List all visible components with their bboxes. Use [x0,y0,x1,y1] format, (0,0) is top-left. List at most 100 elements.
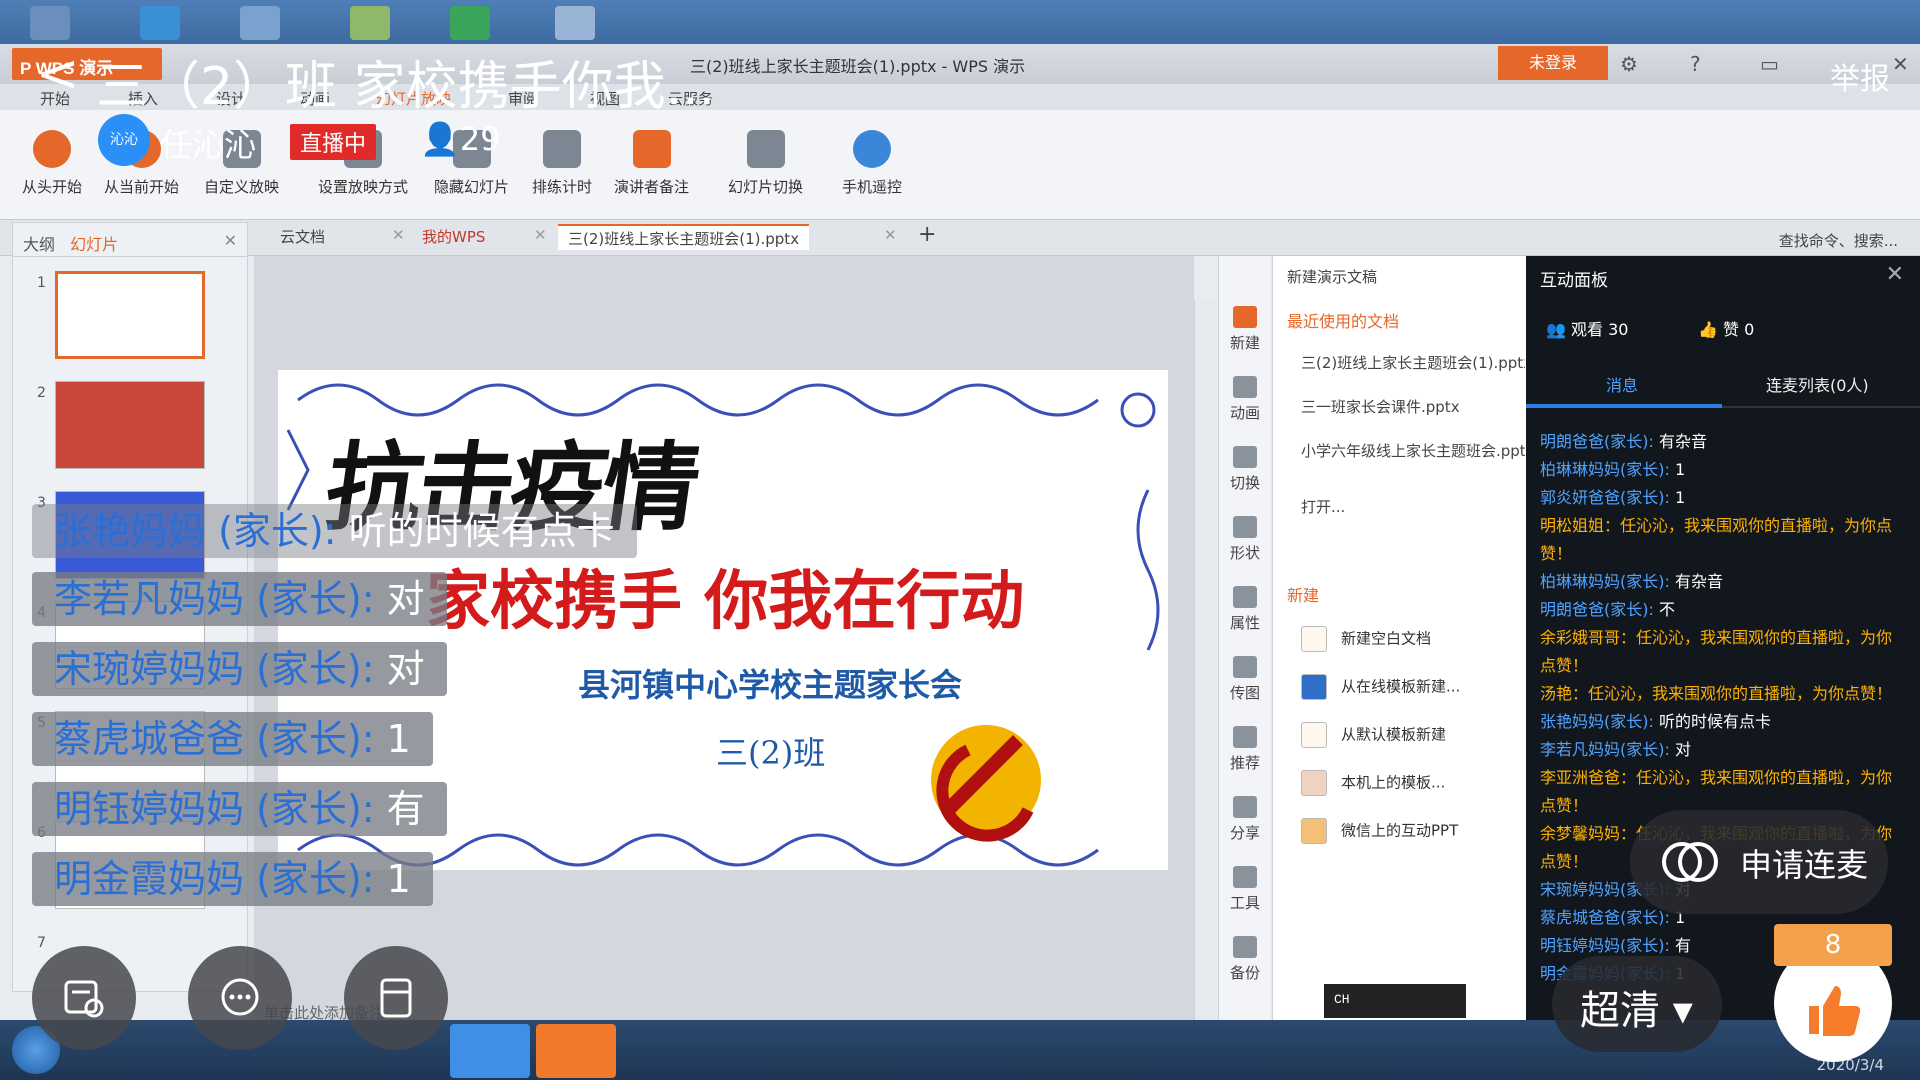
new-item-label: 本机上的模板... [1341,773,1446,792]
tool-new[interactable]: 新建 [1219,306,1271,353]
viewer-count: 👥 观看 30 [1546,316,1628,340]
task-pane-title[interactable]: 新建演示文稿 [1287,266,1377,287]
login-button[interactable]: 未登录 [1498,46,1608,80]
tab-slides[interactable]: 幻灯片 [70,235,118,254]
danmu-name: 宋琬婷妈妈 (家长): [54,647,375,691]
host-avatar[interactable]: 沁沁 [98,114,150,166]
play-from-start-button[interactable]: 从头开始 [22,124,82,197]
tab-outline[interactable]: 大纲 [23,235,55,254]
taskbar-app-live[interactable] [450,1024,530,1078]
chat-message-text: 有杂音 [1669,572,1723,591]
tool-share[interactable]: 分享 [1219,796,1271,843]
minimize-icon[interactable]: ▭ [1760,52,1779,76]
board-button[interactable] [344,946,448,1050]
hammer-sickle-icon [931,725,1041,842]
slide-main-title: 家校携手 你我在行动 [426,564,1025,639]
close-icon[interactable]: ✕ [1886,262,1904,287]
people-icon: 👥 [1546,320,1566,339]
ime-bar[interactable]: CH [1324,984,1466,1018]
chat-message-text: 1 [1669,488,1686,507]
taskbar-app-wps[interactable] [536,1024,616,1078]
new-from-default-template[interactable]: 从默认模板新建 [1301,722,1446,748]
slide-thumb-2[interactable] [55,381,205,469]
live-badge: 直播中 [290,124,377,160]
danmu-name: 李若凡妈妈 (家长): [54,577,375,621]
tool-label: 形状 [1229,544,1260,562]
tab-cloud-docs[interactable]: 云文档 [280,226,325,252]
homework-button[interactable] [32,946,136,1050]
word-icon [555,6,595,40]
quality-selector[interactable]: 超清 ▾ [1552,956,1722,1052]
rehearse-button[interactable]: 排练计时 [532,124,592,197]
template-icon [1301,722,1327,748]
tab-messages[interactable]: 消息 [1606,372,1638,396]
open-link[interactable]: 打开... [1301,496,1525,517]
close-icon[interactable]: ✕ [534,226,547,252]
recent-doc-item[interactable]: 三一班家长会课件.pptx [1301,396,1525,417]
danmu-text: 对 [374,647,425,691]
close-icon[interactable]: ✕ [392,226,405,252]
tool-transition[interactable]: 切换 [1219,446,1271,493]
chat-message-author: 蔡虎城爸爸(家长): [1540,908,1670,927]
chat-message-author: 柏琳琳妈妈(家长): [1540,460,1670,479]
tool-label: 动画 [1229,404,1260,422]
danmu-name: 明金霞妈妈 (家长): [54,857,375,901]
close-icon[interactable]: ✕ [884,226,897,252]
person-icon: 👤 [420,120,460,158]
local-templates[interactable]: 本机上的模板... [1301,770,1445,796]
settings-icon[interactable]: ⚙ [1620,52,1638,76]
transition-button[interactable]: 幻灯片切换 [728,124,803,197]
recent-doc-item[interactable]: 小学六年级线上家长主题班会.pptx [1301,440,1525,461]
back-icon[interactable]: < [36,44,80,104]
danmu-message: 明钰婷妈妈 (家长): 有 [32,782,447,836]
tab-link-list[interactable]: 连麦列表(0人) [1766,372,1869,396]
active-tab-indicator [1526,404,1722,408]
danmu-message: 蔡虎城爸爸 (家长): 1 [32,712,433,766]
help-icon[interactable]: ? [1690,52,1701,76]
chat-message-author: 张艳妈妈(家长): [1540,712,1654,731]
new-from-online-template[interactable]: 从在线模板新建... [1301,674,1460,700]
vertical-scrollbar[interactable] [1194,300,1216,1036]
tool-upload-image[interactable]: 传图 [1219,656,1271,703]
homework-icon [64,980,104,1018]
tool-animation[interactable]: 动画 [1219,376,1271,423]
chat-message-text: 听的时候有点卡 [1653,712,1771,731]
tool-label: 新建 [1229,334,1260,352]
wechat-interactive-ppt[interactable]: 微信上的互动PPT [1301,818,1458,844]
request-mic-button[interactable]: 申请连麦 [1630,810,1888,914]
ribbon-label: 从头开始 [22,178,83,196]
ppt-icon [1301,818,1327,844]
tool-recommend[interactable]: 推荐 [1219,726,1271,773]
danmu-text: 对 [374,577,425,621]
tab-current-doc[interactable]: 三(2)班线上家长主题班会(1).pptx [558,224,810,250]
chat-message: 明朗爸爸(家长): 有杂音 [1540,428,1906,456]
computer-icon [30,6,70,40]
template-icon [1301,674,1327,700]
new-blank-doc[interactable]: 新建空白文档 [1301,626,1431,652]
recent-doc-item[interactable]: 三(2)班线上家长主题班会(1).pptx [1301,352,1525,373]
quality-label: 超清 ▾ [1580,988,1693,1034]
tool-properties[interactable]: 属性 [1219,586,1271,633]
slide-thumb-1[interactable] [55,271,205,359]
remote-control-button[interactable]: 手机遥控 [842,124,902,197]
panel-title: 互动面板 [1540,271,1608,291]
tool-tools[interactable]: 工具 [1219,866,1271,913]
slide-number: 7 [37,935,46,951]
chat-message-text: 有 [1669,936,1691,955]
chat-button[interactable] [188,946,292,1050]
ribbon-label: 设置放映方式 [318,178,409,196]
doc-icon [1301,626,1327,652]
speaker-notes-button[interactable]: 演讲者备注 [614,124,689,197]
report-button[interactable]: 举报 [1830,54,1890,98]
danmu-text: 1 [374,717,411,761]
recent-docs-heading: 最近使用的文档 [1287,312,1400,331]
close-icon[interactable]: ✕ [1892,52,1909,76]
tool-shape[interactable]: 形状 [1219,516,1271,563]
new-tab-icon[interactable]: + [918,222,936,248]
close-icon[interactable]: ✕ [224,231,237,250]
chat-message-author: 明朗爸爸(家长): [1540,600,1654,619]
tool-backup[interactable]: 备份 [1219,936,1271,983]
danmu-name: 明钰婷妈妈 (家长): [54,787,375,831]
command-search[interactable]: 查找命令、搜索... [1779,230,1898,251]
tab-my-wps[interactable]: 我的WPS [422,226,485,252]
